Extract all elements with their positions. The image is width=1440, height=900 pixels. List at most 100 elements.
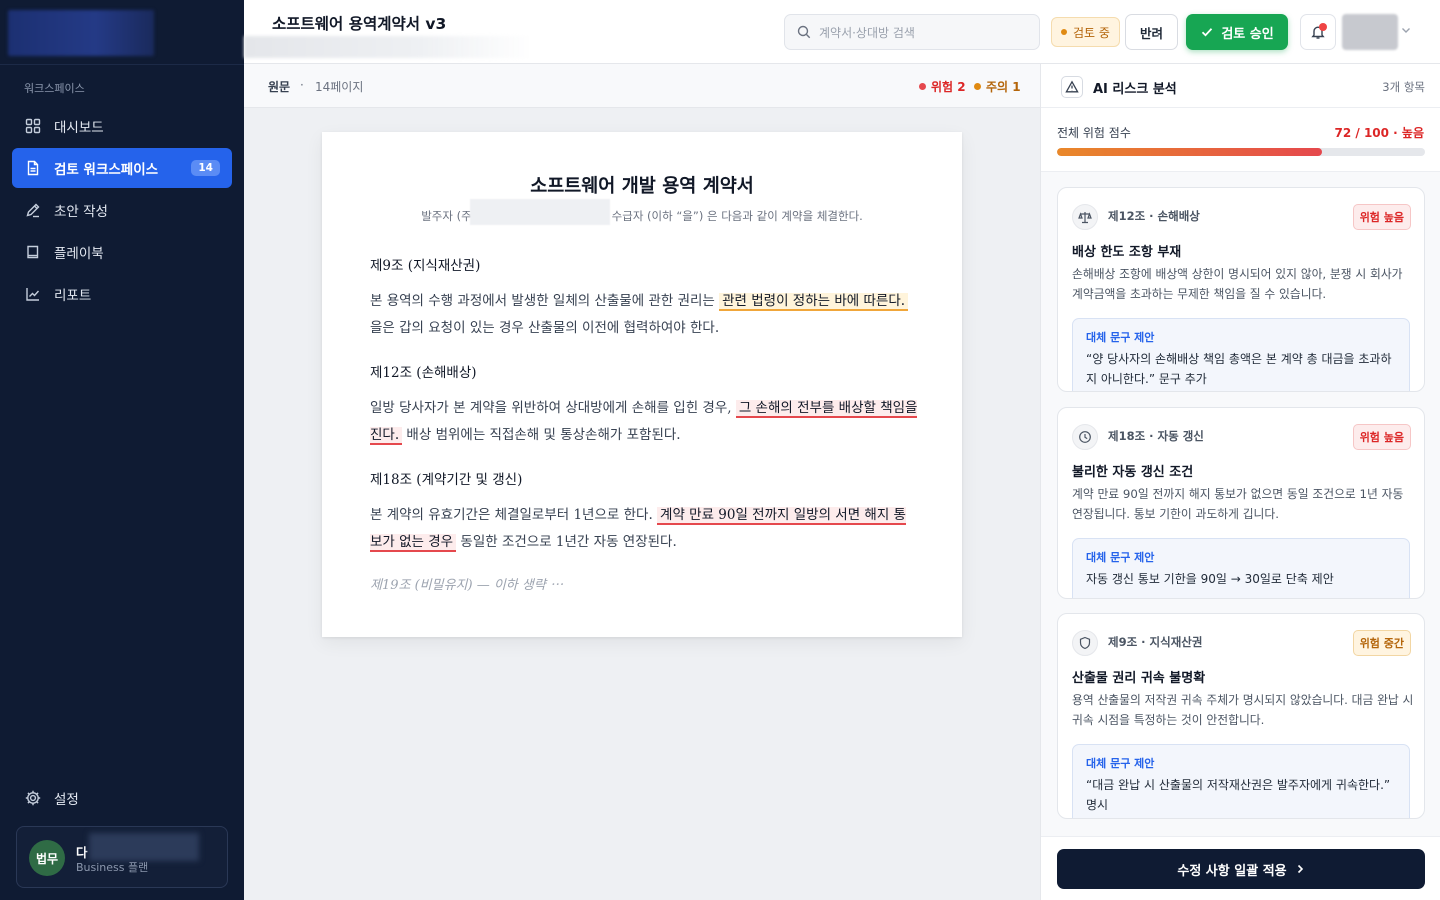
notification-dot bbox=[1319, 23, 1327, 31]
user-plan: Business 플랜 bbox=[76, 861, 149, 874]
preamble-left: 발주자 (주 bbox=[421, 209, 472, 223]
risk-card[interactable]: 제18조 · 자동 갱신 위험 높음 불리한 자동 갱신 조건 계약 만료 90… bbox=[1057, 407, 1425, 599]
clause-reference: 제12조 · 손해배상 bbox=[1108, 209, 1200, 223]
breadcrumb-redaction bbox=[244, 36, 534, 58]
user-name-redaction bbox=[89, 833, 199, 861]
clause-text: 을은 갑의 요청이 있는 경우 산출물의 이전에 협력하여야 한다. bbox=[370, 320, 720, 336]
clause-12: 제12조 (손해배상) 일방 당사자가 본 계약을 위반하여 상대방에게 손해를… bbox=[370, 361, 918, 449]
sidebar-item-review-workspace[interactable]: 검토 워크스페이스 14 bbox=[12, 148, 232, 188]
document-toolbar: 원문 · 14페이지 위험 2 주의 1 bbox=[244, 64, 1040, 108]
party-name-redaction bbox=[470, 199, 610, 225]
approve-label: 검토 승인 bbox=[1221, 26, 1274, 42]
risk-count: 위험 2 bbox=[919, 78, 966, 95]
warning-count: 주의 1 bbox=[974, 78, 1021, 95]
check-icon bbox=[1200, 25, 1214, 39]
sidebar-item-label: 리포트 bbox=[54, 288, 92, 304]
view-mode-label[interactable]: 원문 bbox=[268, 78, 290, 95]
risk-dot bbox=[919, 83, 926, 90]
book-icon bbox=[24, 243, 42, 261]
suggestion-label: 대체 문구 제안 bbox=[1086, 331, 1155, 344]
grid-icon bbox=[24, 117, 42, 135]
risk-title: 불리한 자동 갱신 조건 bbox=[1072, 465, 1194, 480]
clause-body: 일방 당사자가 본 계약을 위반하여 상대방에게 손해를 입힌 경우, 그 손해… bbox=[370, 395, 918, 449]
sidebar-item-report[interactable]: 리포트 bbox=[12, 274, 232, 314]
warning-count-label: 주의 1 bbox=[986, 80, 1021, 94]
sidebar-item-playbook[interactable]: 플레이북 bbox=[12, 232, 232, 272]
omitted-note: 제19조 (비밀유지) — 이하 생략 ⋯ bbox=[370, 578, 563, 593]
document-icon bbox=[24, 159, 42, 177]
risk-title: 배상 한도 조항 부재 bbox=[1072, 245, 1182, 260]
sidebar-item-dashboard[interactable]: 대시보드 bbox=[12, 106, 232, 146]
clause-reference: 제9조 · 지식재산권 bbox=[1108, 635, 1203, 649]
sidebar-divider bbox=[0, 64, 244, 65]
clause-body: 본 용역의 수행 과정에서 발생한 일체의 산출물에 관한 권리는 관련 법령이… bbox=[370, 288, 918, 342]
sidebar-item-draft[interactable]: 초안 작성 bbox=[12, 190, 232, 230]
search-placeholder: 계약서·상대방 검색 bbox=[819, 25, 915, 40]
clock-icon bbox=[1072, 424, 1098, 450]
search-icon bbox=[797, 25, 811, 39]
clause-text: 배상 범위에는 직접손해 및 통상손해가 포함된다. bbox=[402, 427, 681, 443]
scale-icon bbox=[1072, 204, 1098, 230]
risk-level-badge: 위험 중간 bbox=[1352, 630, 1411, 656]
suggestion-text: “대금 완납 시 산출물의 저작재산권은 발주자에게 귀속한다.” 명시 bbox=[1086, 778, 1391, 812]
risk-analysis-panel: AI 리스크 분석 3개 항목 전체 위험 점수 72 / 100 · 높음 제… bbox=[1040, 64, 1440, 900]
clause-9: 제9조 (지식재산권) 본 용역의 수행 과정에서 발생한 일체의 산출물에 관… bbox=[370, 254, 918, 342]
risk-score-value: 72 / 100 · 높음 bbox=[1334, 126, 1424, 140]
workspace-heading: 워크스페이스 bbox=[24, 82, 85, 95]
search-input[interactable]: 계약서·상대방 검색 bbox=[784, 14, 1040, 50]
apply-all-button[interactable]: 수정 사항 일괄 적용 bbox=[1057, 849, 1425, 889]
gear-icon bbox=[24, 789, 42, 807]
top-bar: 소프트웨어 용역계약서 v3 계약서·상대방 검색 검토 중 반려 검토 승인 bbox=[244, 0, 1440, 64]
suggestion-text: 자동 갱신 통보 기한을 90일 → 30일로 단축 제안 bbox=[1086, 572, 1334, 586]
suggestion-text: “양 당사자의 손해배상 책임 총액은 본 계약 총 대금을 초과하지 아니한다… bbox=[1086, 352, 1392, 386]
profile-avatar[interactable] bbox=[1342, 14, 1398, 50]
risk-card-list[interactable]: 제12조 · 손해배상 위험 높음 배상 한도 조항 부재 손해배상 조항에 배… bbox=[1041, 172, 1440, 836]
page-title: 소프트웨어 용역계약서 v3 bbox=[272, 15, 447, 33]
risk-count-label: 위험 2 bbox=[931, 80, 966, 94]
warning-triangle-icon bbox=[1061, 76, 1083, 98]
risk-card[interactable]: 제12조 · 손해배상 위험 높음 배상 한도 조항 부재 손해배상 조항에 배… bbox=[1057, 187, 1425, 392]
pen-icon bbox=[24, 201, 42, 219]
chart-line-icon bbox=[24, 285, 42, 303]
contract-preamble: 발주자 (주 수급자 (이하 “을”) 은 다음과 같이 계약을 체결한다. bbox=[322, 208, 962, 224]
risk-title: 산출물 권리 귀속 불명확 bbox=[1072, 671, 1206, 686]
highlight-warning[interactable]: 관련 법령이 정하는 바에 따른다. bbox=[719, 293, 909, 311]
approve-button[interactable]: 검토 승인 bbox=[1186, 14, 1288, 50]
logo[interactable] bbox=[8, 10, 154, 56]
sidebar-nav: 대시보드 검토 워크스페이스 14 초안 작성 플레이북 리포트 bbox=[12, 106, 232, 316]
risk-description: 손해배상 조항에 배상액 상한이 명시되어 있지 않아, 분쟁 시 회사가 계약… bbox=[1072, 267, 1403, 301]
contract-page: 소프트웨어 개발 용역 계약서 발주자 (주 수급자 (이하 “을”) 은 다음과… bbox=[322, 132, 962, 637]
risk-level-badge: 위험 높음 bbox=[1352, 424, 1411, 450]
panel-title: AI 리스크 분석 bbox=[1093, 82, 1177, 97]
clause-body: 본 계약의 유효기간은 체결일로부터 1년으로 한다. 계약 만료 90일 전까… bbox=[370, 502, 918, 556]
sidebar-item-label: 대시보드 bbox=[54, 120, 104, 136]
risk-score-bar bbox=[1057, 148, 1425, 156]
sidebar-item-label: 검토 워크스페이스 bbox=[54, 162, 159, 178]
apply-all-label: 수정 사항 일괄 적용 bbox=[1177, 863, 1287, 879]
clause-text: 일방 당사자가 본 계약을 위반하여 상대방에게 손해를 입힌 경우, bbox=[370, 400, 736, 416]
notifications-button[interactable] bbox=[1300, 14, 1336, 50]
risk-card[interactable]: 제9조 · 지식재산권 위험 중간 산출물 권리 귀속 불명확 용역 산출물의 … bbox=[1057, 613, 1425, 819]
warning-dot bbox=[974, 83, 981, 90]
status-label: 검토 중 bbox=[1073, 25, 1110, 40]
user-card[interactable]: 법무 다 Business 플랜 bbox=[16, 826, 228, 888]
clause-heading: 제12조 (손해배상) bbox=[370, 365, 477, 381]
settings-label: 설정 bbox=[54, 792, 79, 808]
avatar: 법무 bbox=[29, 840, 65, 876]
panel-footer: 수정 사항 일괄 적용 bbox=[1041, 836, 1440, 900]
panel-header: AI 리스크 분석 3개 항목 bbox=[1041, 64, 1440, 108]
risk-description: 용역 산출물의 저작권 귀속 주체가 명시되지 않았습니다. 대금 완납 시 귀… bbox=[1072, 693, 1414, 727]
suggestion-box[interactable]: 대체 문구 제안 “양 당사자의 손해배상 책임 총액은 본 계약 총 대금을 … bbox=[1072, 318, 1410, 391]
status-badge: 검토 중 bbox=[1051, 17, 1120, 47]
clause-heading: 제18조 (계약기간 및 갱신) bbox=[370, 472, 523, 488]
risk-level-badge: 위험 높음 bbox=[1352, 204, 1411, 230]
suggestion-box[interactable]: 대체 문구 제안 “대금 완납 시 산출물의 저작재산권은 발주자에게 귀속한다… bbox=[1072, 744, 1410, 818]
clause-text: 동일한 조건으로 1년간 자동 연장된다. bbox=[456, 534, 677, 550]
sidebar-item-settings[interactable]: 설정 bbox=[12, 778, 232, 818]
suggestion-box[interactable]: 대체 문구 제안 자동 갱신 통보 기한을 90일 → 30일로 단축 제안 bbox=[1072, 538, 1410, 598]
chevron-down-icon[interactable] bbox=[1400, 24, 1412, 36]
clause-reference: 제18조 · 자동 갱신 bbox=[1108, 429, 1204, 443]
count-badge: 14 bbox=[191, 160, 220, 176]
reject-button[interactable]: 반려 bbox=[1125, 14, 1178, 50]
shield-icon bbox=[1072, 630, 1098, 656]
